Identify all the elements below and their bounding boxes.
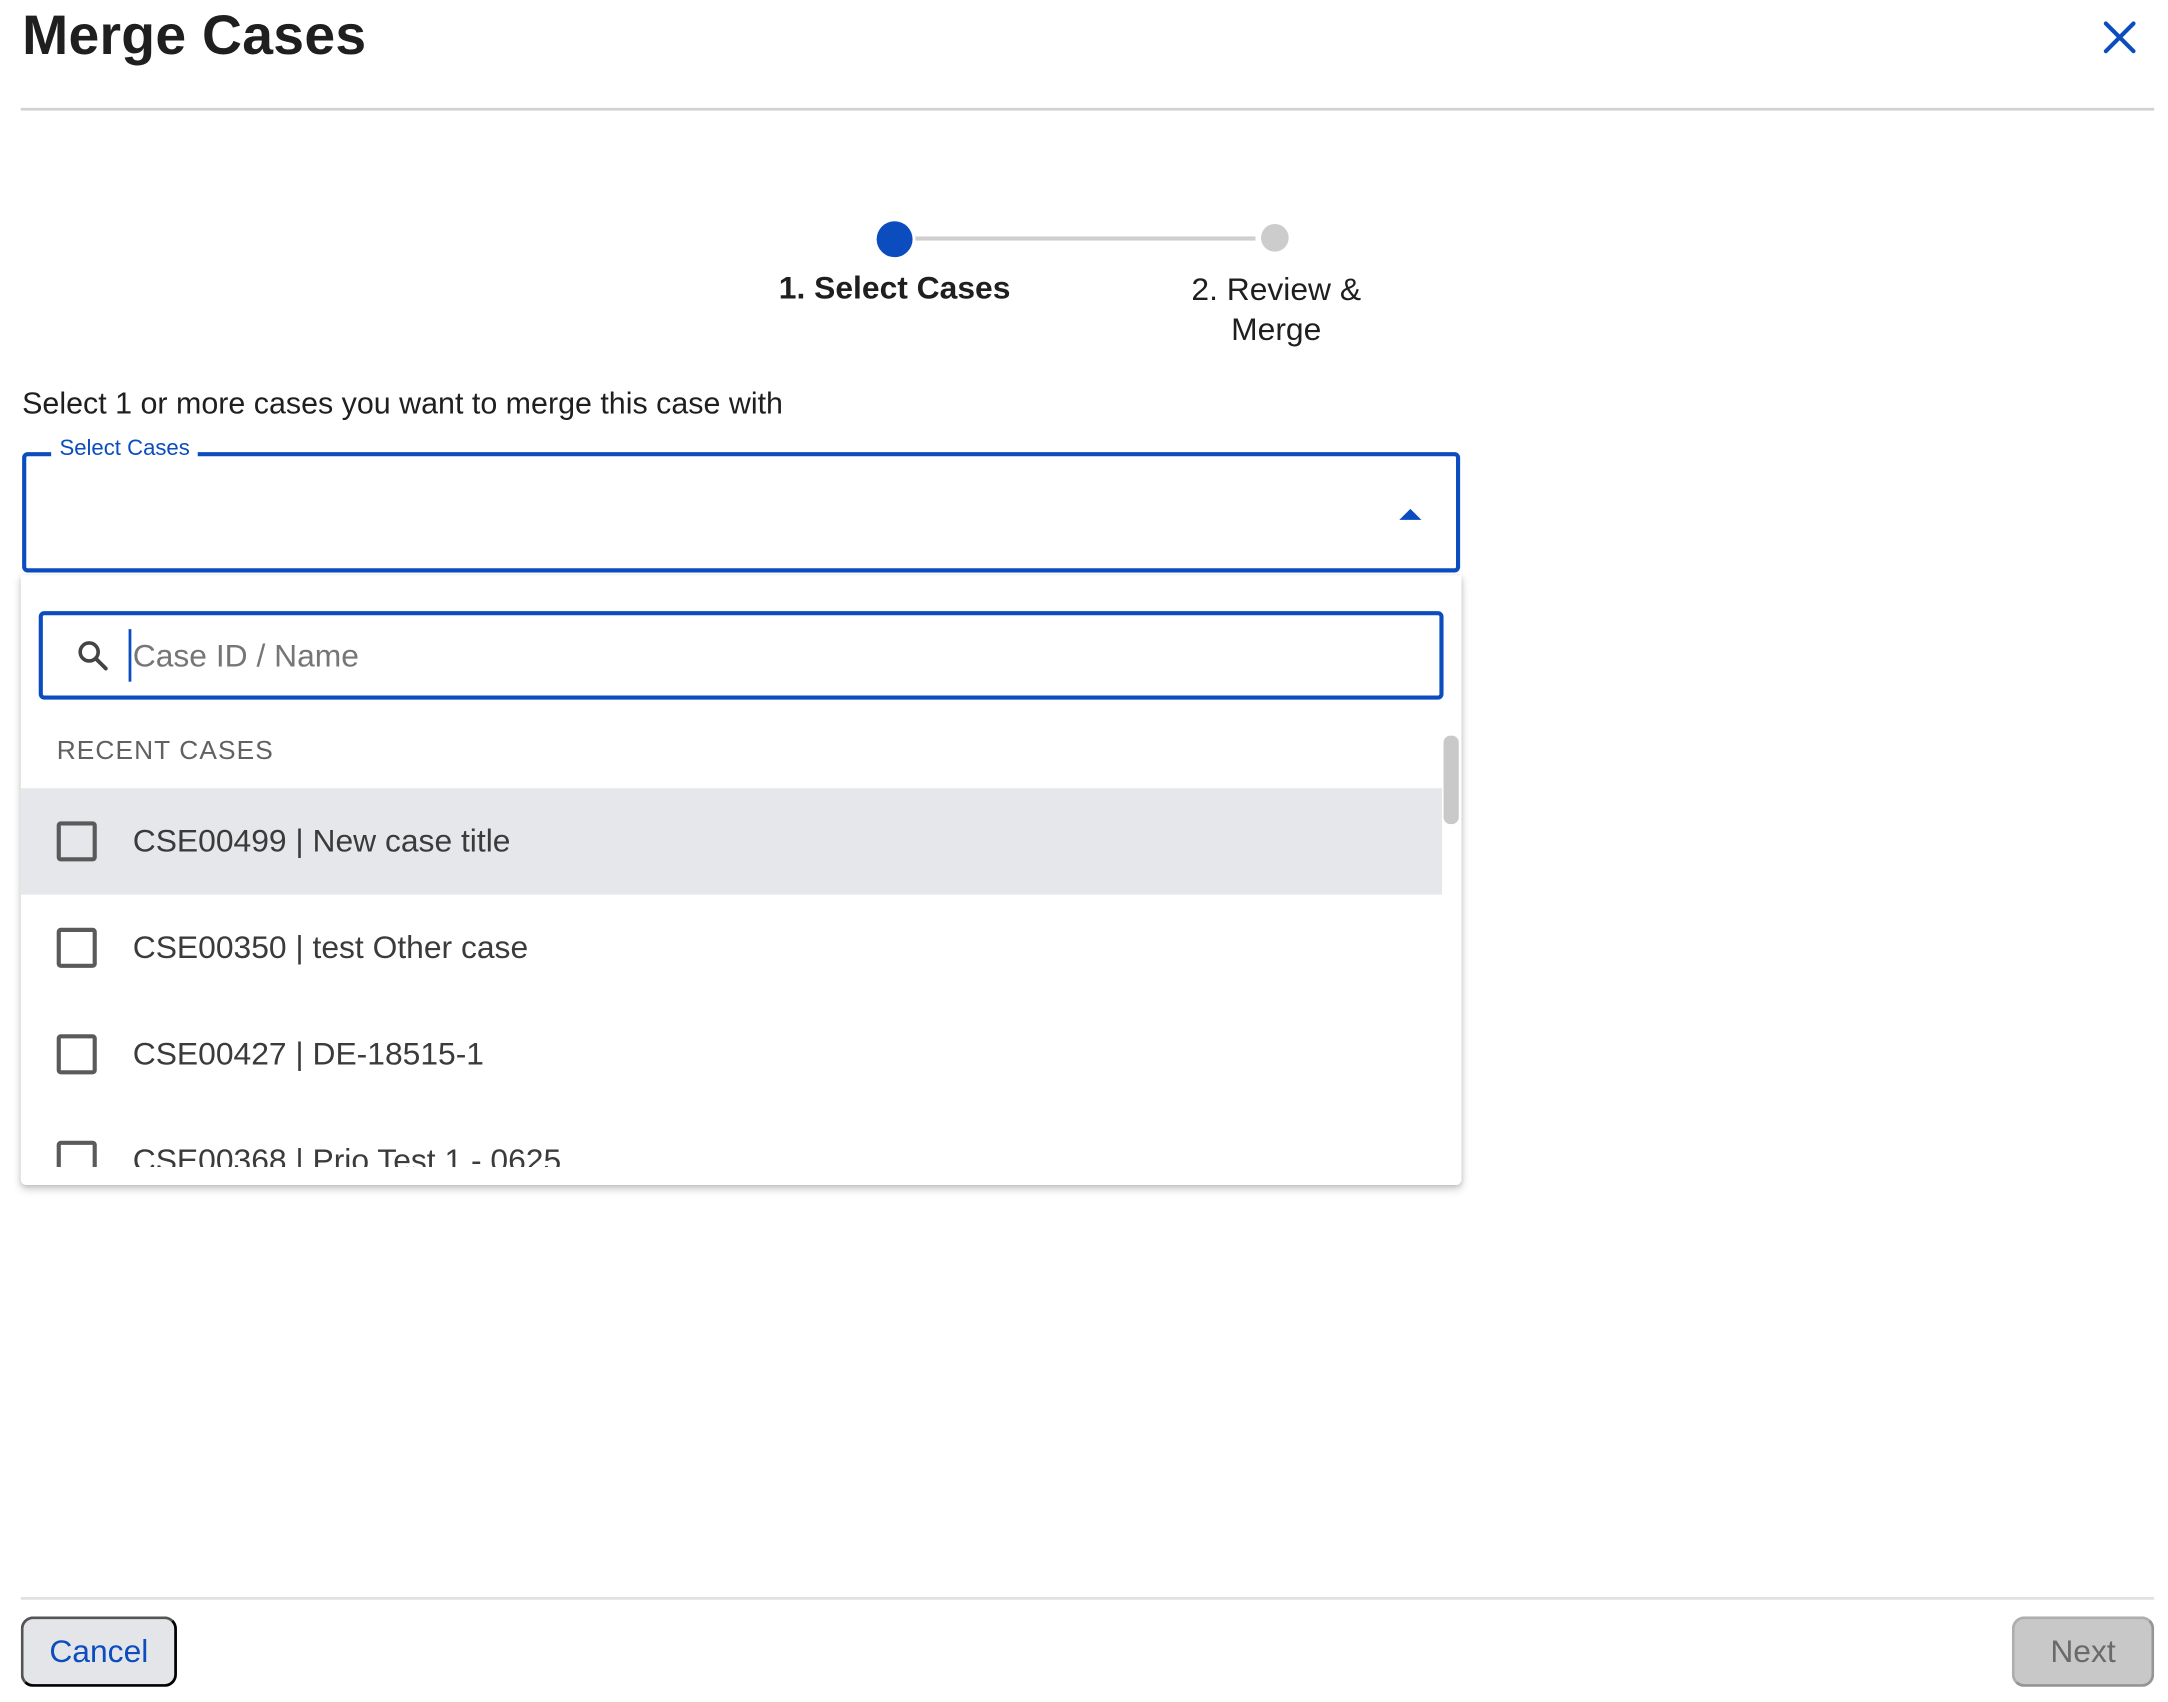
close-icon: [2103, 21, 2136, 54]
step-2-label: 2. Review & Merge: [1191, 271, 1362, 348]
step-1-label: 1. Select Cases: [778, 269, 1011, 306]
case-option[interactable]: CSE00368 | Prio Test 1 - 0625: [21, 1108, 1442, 1167]
search-box: [38, 611, 1444, 700]
case-option[interactable]: CSE00350 | test Other case: [21, 895, 1442, 1001]
case-option-label: CSE00499 | New case title: [132, 822, 511, 859]
dialog-title: Merge Cases: [22, 5, 367, 67]
cases-dropdown: RECENT CASES CSE00499 | New case title C…: [20, 575, 1462, 1185]
case-option-label: CSE00368 | Prio Test 1 - 0625: [132, 1142, 562, 1167]
case-option[interactable]: CSE00499 | New case title: [20, 788, 1443, 895]
case-option-label: CSE00350 | test Other case: [132, 929, 529, 966]
select-cases-field[interactable]: Select Cases: [22, 436, 1461, 573]
step-1-indicator: [876, 221, 913, 258]
select-cases-label: Select Cases: [51, 436, 199, 462]
case-checkbox[interactable]: [56, 1140, 97, 1167]
case-option-label: CSE00427 | DE-18515-1: [132, 1035, 484, 1072]
next-button[interactable]: Next: [2011, 1616, 2155, 1687]
footer-divider: [20, 1597, 2155, 1600]
merge-cases-dialog: Merge Cases 1. Select Cases 2. Review & …: [0, 0, 2168, 1702]
case-option[interactable]: CSE00427 | DE-18515-1: [21, 1001, 1442, 1107]
case-search-input[interactable]: [128, 629, 1415, 682]
search-icon: [78, 641, 108, 671]
header-divider: [20, 107, 2155, 111]
instruction-text: Select 1 or more cases you want to merge…: [22, 385, 783, 421]
caret-up-icon[interactable]: [1398, 507, 1423, 521]
case-checkbox[interactable]: [56, 927, 97, 968]
close-button[interactable]: [2096, 14, 2143, 61]
recent-cases-list: CSE00499 | New case title CSE00350 | tes…: [20, 788, 1443, 1167]
recent-cases-heading: RECENT CASES: [56, 736, 274, 767]
case-checkbox[interactable]: [56, 821, 97, 862]
dropdown-scrollbar[interactable]: [1443, 735, 1459, 825]
cancel-button[interactable]: Cancel: [20, 1616, 177, 1687]
step-2-indicator: [1261, 223, 1289, 252]
case-checkbox[interactable]: [56, 1034, 97, 1075]
stepper-connector: [915, 236, 1256, 241]
